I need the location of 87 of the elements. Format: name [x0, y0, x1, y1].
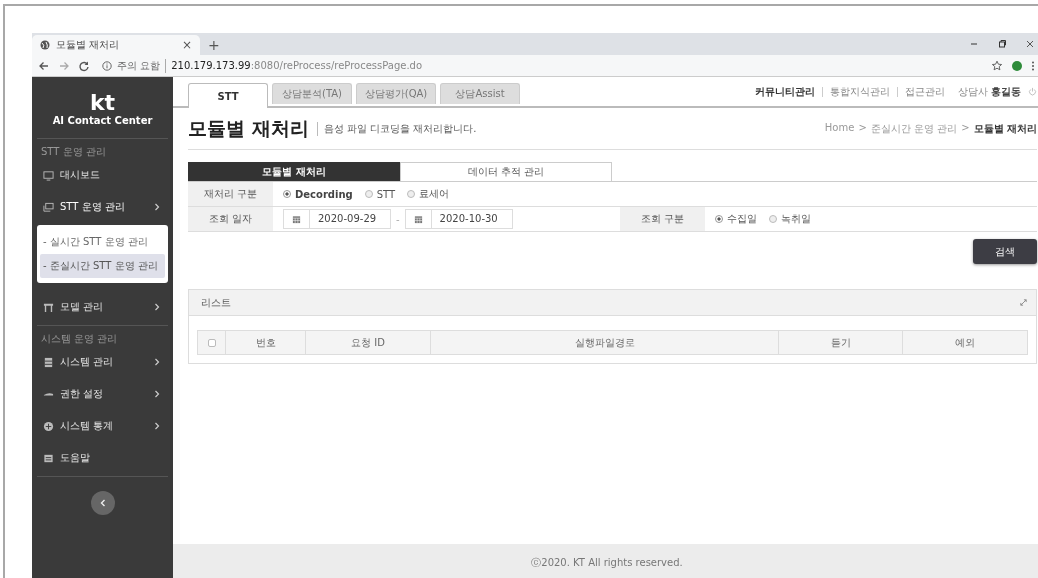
- forward-arrow-icon[interactable]: [58, 59, 70, 72]
- tab-close-button[interactable]: ×: [181, 38, 192, 52]
- breadcrumb-item[interactable]: 모듈별 재처리: [973, 121, 1037, 136]
- monitor-icon: [43, 169, 54, 181]
- date-field[interactable]: 2020-10-30: [404, 209, 513, 229]
- section-label: STT 운영 관리: [40, 145, 107, 159]
- browser-tab[interactable]: 모듈별 재처리 ×: [32, 35, 200, 55]
- module-tab[interactable]: STT: [188, 83, 268, 108]
- new-tab-button[interactable]: +: [208, 37, 220, 53]
- user-name: 상담사 홍길동: [957, 84, 1021, 99]
- close-icon[interactable]: [1025, 39, 1035, 49]
- radio-button[interactable]: [283, 190, 291, 198]
- chevron-right-icon: [154, 203, 160, 211]
- server-icon: [43, 356, 54, 368]
- plus-circle-icon: [43, 420, 54, 432]
- radio-option[interactable]: STT: [364, 188, 396, 200]
- column-header: 번호: [226, 331, 306, 354]
- sidebar-item[interactable]: 도움말: [37, 442, 168, 474]
- radio-option[interactable]: Decording: [283, 188, 353, 200]
- security-label: 주의 요함: [117, 58, 167, 73]
- sub-tab[interactable]: 모듈별 재처리: [188, 162, 400, 181]
- sidebar-item[interactable]: 시스템 통계: [37, 410, 168, 442]
- radio-label: Decording: [295, 188, 353, 200]
- gate-icon: [43, 301, 54, 313]
- chevron-right-icon: [154, 422, 160, 430]
- back-arrow-icon[interactable]: [38, 59, 50, 72]
- radio-button[interactable]: [407, 190, 416, 198]
- submenu-item[interactable]: - 실시간 STT 운영 관리: [40, 230, 165, 254]
- date-separator: -: [396, 213, 400, 225]
- breadcrumb-separator: >: [858, 121, 867, 135]
- logo-subtitle: AI Contact Center: [52, 115, 153, 126]
- radio-button[interactable]: [364, 190, 373, 198]
- sidebar-item[interactable]: 모델 관리: [37, 291, 168, 323]
- field-label: 조회 일자: [188, 207, 273, 231]
- info-icon: [102, 60, 112, 71]
- restore-icon[interactable]: [997, 39, 1007, 49]
- reload-icon[interactable]: [78, 59, 90, 72]
- column-header: 실행파일경로: [431, 331, 779, 354]
- page-title: 모듈별 재처리: [188, 115, 309, 141]
- sidebar-item[interactable]: 권한 설정: [37, 378, 168, 410]
- column-header: 요청 ID: [306, 331, 431, 354]
- radio-label: 수집일: [727, 212, 757, 226]
- calendar-icon: [292, 214, 301, 224]
- globe-icon: [40, 40, 50, 50]
- screens-icon: [43, 201, 54, 213]
- field-label: 조회 구분: [620, 207, 705, 231]
- chevron-right-icon: [154, 303, 160, 311]
- search-button[interactable]: 검색: [973, 239, 1037, 264]
- top-link[interactable]: 커뮤니티관리: [754, 84, 815, 99]
- chevron-right-icon: [154, 390, 160, 398]
- book-icon: [43, 452, 54, 464]
- chevron-right-icon: [154, 358, 160, 366]
- top-link[interactable]: 접근관리: [904, 84, 945, 99]
- tab-title: 모듈별 재처리: [56, 38, 121, 52]
- column-header: 예외: [954, 335, 976, 350]
- sidebar-item[interactable]: STT 운영 관리: [37, 191, 168, 223]
- breadcrumb-separator: >: [961, 121, 970, 135]
- date-field[interactable]: 2020-09-29: [283, 209, 391, 229]
- radio-label: 녹취일: [781, 212, 811, 226]
- radio-option[interactable]: 료세어: [407, 187, 450, 201]
- collapse-button[interactable]: [90, 491, 115, 515]
- radio-option[interactable]: 수집일: [715, 212, 757, 226]
- calendar-icon: [413, 214, 423, 224]
- radio-label: 료세어: [419, 187, 450, 201]
- field-label: 재처리 구분: [188, 182, 273, 206]
- sub-tab[interactable]: 데이터 추적 관리: [400, 162, 612, 181]
- url-text: 210.179.173.99:8080/reProcess/reProcessPage.do: [171, 60, 423, 71]
- submenu-item[interactable]: - 준실시간 STT 운영 관리: [40, 254, 165, 278]
- profile-avatar-icon[interactable]: [1011, 59, 1023, 72]
- section-label: 시스템 운영 관리: [40, 332, 119, 346]
- radio-option[interactable]: 녹취일: [769, 212, 811, 226]
- logo: kt: [89, 91, 116, 115]
- column-header: 듣기: [779, 331, 903, 354]
- page-description: 음성 파일 디코딩을 재처리합니다.: [316, 121, 477, 136]
- radio-button[interactable]: [769, 215, 777, 223]
- top-link[interactable]: 통합지식관리: [829, 84, 890, 99]
- expand-icon[interactable]: [1019, 298, 1028, 307]
- sidebar-item[interactable]: 대시보드: [37, 159, 168, 191]
- radio-button[interactable]: [715, 215, 723, 223]
- sidebar-item[interactable]: 시스템 관리: [37, 346, 168, 378]
- copyright-text: ⓒ2020. KT All rights reserved.: [531, 556, 683, 570]
- wave-icon: [43, 392, 54, 396]
- star-icon[interactable]: [991, 59, 1003, 72]
- panel-title: 리스트: [201, 295, 231, 310]
- menu-icon[interactable]: [1031, 59, 1035, 72]
- radio-label: STT: [376, 188, 396, 200]
- select-all-checkbox[interactable]: [207, 338, 216, 347]
